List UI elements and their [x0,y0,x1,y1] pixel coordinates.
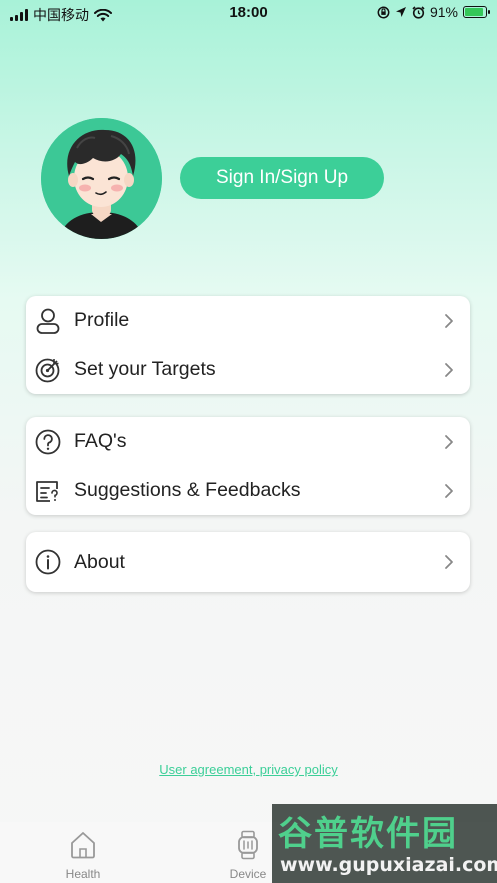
menu-card-about: About [26,532,470,592]
tab-device[interactable]: Device [218,830,278,881]
menu-item-about[interactable]: About [26,532,470,592]
target-icon [35,358,60,383]
legal-link[interactable]: User agreement, privacy policy [0,762,497,777]
orientation-lock-icon [377,6,390,18]
chevron-right-icon [445,484,453,498]
question-icon [35,429,61,455]
menu-card-account: Profile Set your Targets [26,296,470,394]
menu-item-label: Profile [74,309,130,331]
battery-fill [465,8,484,16]
chevron-right-icon [445,555,453,569]
status-bar: 中国移动 18:00 91% [0,0,497,26]
status-right: 91% [377,4,490,20]
watermark-title: 谷普软件园 [278,814,458,854]
menu-card-support: FAQ's Suggestions & Feedbacks [26,417,470,515]
menu-item-feedback[interactable]: Suggestions & Feedbacks [26,466,470,515]
location-icon [395,7,406,17]
home-icon [71,832,95,859]
tab-health[interactable]: Health [53,830,113,881]
feedback-icon [36,481,58,502]
avatar[interactable] [41,118,162,239]
battery-percent: 91% [429,4,458,20]
battery-icon [463,6,490,18]
alarm-icon [412,5,425,19]
info-icon [35,549,61,575]
avatar-illustration [41,118,162,239]
menu-item-label: Suggestions & Feedbacks [74,479,301,501]
menu-item-label: About [74,551,125,573]
chevron-right-icon [445,363,453,377]
menu-item-label: Set your Targets [74,358,216,380]
menu-item-faq[interactable]: FAQ's [26,417,470,466]
menu-item-targets[interactable]: Set your Targets [26,345,470,394]
person-icon [36,308,60,334]
menu-item-profile[interactable]: Profile [26,296,470,345]
menu-item-label: FAQ's [74,430,127,452]
watch-icon [238,830,258,860]
chevron-right-icon [445,314,453,328]
chevron-right-icon [445,435,453,449]
tab-label: Device [229,867,267,881]
signin-button[interactable]: Sign In/Sign Up [180,157,384,199]
watermark: 谷普软件园 www.gupuxiazai.com [272,804,497,883]
tab-label: Health [65,867,101,881]
watermark-url: www.gupuxiazai.com [280,854,497,876]
